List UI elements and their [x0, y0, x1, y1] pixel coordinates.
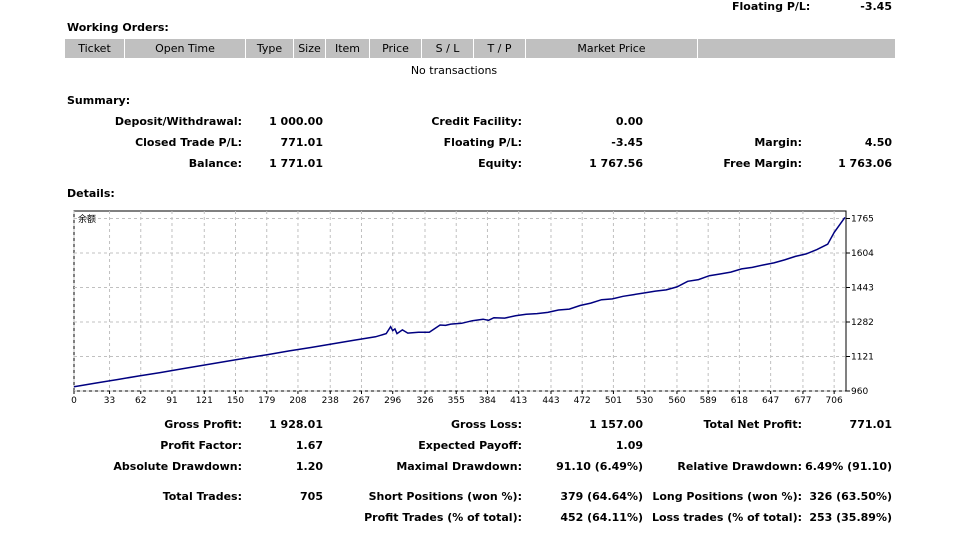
x-tick-label: 355 — [448, 396, 465, 406]
total-net-profit-label: Total Net Profit: — [703, 418, 803, 431]
x-tick-label: 91 — [166, 396, 177, 406]
y-tick-label: 1765 — [851, 215, 874, 225]
maximal-drawdown-label: Maximal Drawdown: — [396, 460, 522, 473]
loss-trades-value: 253 (35.89%) — [809, 511, 892, 524]
chart-plot-area — [73, 210, 847, 392]
x-tick-label: 296 — [384, 396, 401, 406]
x-tick-label: 647 — [762, 396, 779, 406]
short-positions-label: Short Positions (won %): — [368, 490, 522, 503]
gross-profit-label: Gross Profit: — [164, 418, 242, 431]
profit-trades-label: Profit Trades (% of total): — [364, 511, 522, 524]
y-tick-label: 1282 — [851, 318, 874, 328]
gross-profit-value: 1 928.01 — [269, 418, 323, 431]
x-tick-label: 560 — [668, 396, 685, 406]
x-tick-label: 501 — [605, 396, 622, 406]
total-trades-value: 705 — [300, 490, 323, 503]
x-tick-label: 150 — [227, 396, 244, 406]
gross-loss-value: 1 157.00 — [589, 418, 643, 431]
x-tick-label: 677 — [794, 396, 811, 406]
absolute-drawdown-value: 1.20 — [295, 460, 323, 473]
x-tick-label: 121 — [196, 396, 213, 406]
x-tick-label: 326 — [416, 396, 433, 406]
x-tick-label: 384 — [479, 396, 496, 406]
chart-legend-text: 余额 — [78, 213, 96, 225]
total-trades-label: Total Trades: — [162, 490, 242, 503]
profit-factor-value: 1.67 — [295, 439, 323, 452]
profit-trades-value: 452 (64.11%) — [560, 511, 643, 524]
short-positions-value: 379 (64.64%) — [560, 490, 643, 503]
x-tick-label: 472 — [574, 396, 591, 406]
long-positions-label: Long Positions (won %): — [652, 490, 802, 503]
relative-drawdown-label: Relative Drawdown: — [677, 460, 802, 473]
x-tick-label: 208 — [289, 396, 306, 406]
x-tick-label: 62 — [135, 396, 146, 406]
loss-trades-label: Loss trades (% of total): — [651, 511, 802, 524]
expected-payoff-label: Expected Payoff: — [418, 439, 522, 452]
maximal-drawdown-value: 91.10 (6.49%) — [556, 460, 643, 473]
balance-chart: 960 1121 1282 1443 1604 1765 0 33 62 91 121 150 179 2… — [71, 210, 874, 406]
x-tick-label: 443 — [542, 396, 559, 406]
x-tick-label: 179 — [258, 396, 275, 406]
x-tick-label: 267 — [353, 396, 370, 406]
x-tick-label: 33 — [104, 396, 115, 406]
absolute-drawdown-label: Absolute Drawdown: — [113, 460, 242, 473]
y-tick-label: 1604 — [851, 249, 874, 259]
profit-factor-label: Profit Factor: — [160, 439, 242, 452]
x-tick-label: 618 — [731, 396, 748, 406]
y-tick-label: 960 — [851, 387, 868, 397]
long-positions-value: 326 (63.50%) — [809, 490, 892, 503]
x-tick-label: 589 — [700, 396, 717, 406]
relative-drawdown-value: 6.49% (91.10) — [805, 460, 892, 473]
x-tick-label: 238 — [322, 396, 339, 406]
x-tick-label: 0 — [71, 396, 77, 406]
gross-loss-label: Gross Loss: — [451, 418, 522, 431]
x-tick-label: 413 — [510, 396, 527, 406]
y-tick-label: 1121 — [851, 353, 874, 363]
x-tick-label: 530 — [636, 396, 653, 406]
expected-payoff-value: 1.09 — [615, 439, 643, 452]
total-net-profit-value: 771.01 — [849, 418, 892, 431]
x-tick-label: 706 — [826, 396, 843, 406]
y-tick-label: 1443 — [851, 284, 874, 294]
